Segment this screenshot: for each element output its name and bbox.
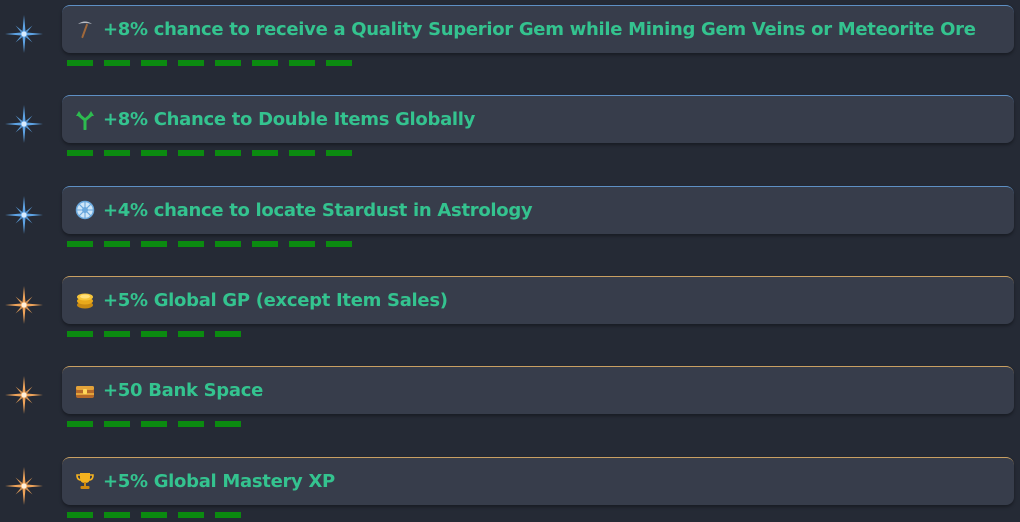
progress-segment	[141, 511, 167, 518]
progress-segment	[215, 150, 241, 157]
progress-segment	[141, 421, 167, 428]
progress-segment	[215, 240, 241, 247]
progress-segment	[215, 330, 241, 337]
modifier-row: +8% Chance to Double Items Globally	[0, 90, 1020, 180]
progress-segment	[326, 150, 352, 157]
progress-segment	[178, 60, 204, 66]
progress-segment	[178, 150, 204, 157]
gold-star-icon	[4, 466, 44, 506]
progress-segment	[141, 60, 167, 66]
progress-segment	[178, 511, 204, 518]
gold-star-icon	[4, 285, 44, 325]
modifier-row: +5% Global GP (except Item Sales)	[0, 271, 1020, 361]
progress-segment	[104, 330, 130, 337]
gold-coins-icon	[74, 289, 96, 311]
progress-segment	[252, 150, 278, 157]
progress-segment	[289, 240, 315, 247]
progress-segment	[104, 60, 130, 66]
progress-segments	[67, 240, 363, 247]
progress-segment	[326, 240, 352, 247]
blue-star-icon	[4, 195, 44, 235]
progress-segment	[289, 60, 315, 66]
progress-segment	[67, 421, 93, 428]
progress-segment	[252, 240, 278, 247]
modifier-row: +4% chance to locate Stardust in Astrolo…	[0, 181, 1020, 271]
stardust-wheel-icon	[74, 199, 96, 221]
progress-segment	[215, 511, 241, 518]
progress-segment	[178, 330, 204, 337]
progress-segment	[178, 421, 204, 428]
progress-segments	[67, 330, 252, 337]
modifier-card[interactable]: +8% Chance to Double Items Globally	[62, 95, 1014, 144]
progress-segment	[252, 60, 278, 66]
progress-segment	[67, 60, 93, 66]
progress-segment	[178, 240, 204, 247]
modifier-row: +8% chance to receive a Quality Superior…	[0, 0, 1020, 90]
progress-segment	[141, 150, 167, 157]
treasure-chest-icon	[74, 380, 96, 402]
progress-segment	[67, 150, 93, 157]
double-arrow-icon	[74, 109, 96, 131]
modifier-text: +5% Global Mastery XP	[103, 470, 335, 492]
modifier-row: +5% Global Mastery XP	[0, 452, 1020, 522]
pickaxe-icon	[74, 19, 96, 41]
progress-segment	[215, 60, 241, 66]
modifier-card[interactable]: +8% chance to receive a Quality Superior…	[62, 5, 1014, 53]
progress-segment	[215, 421, 241, 428]
progress-segment	[289, 150, 315, 157]
modifier-card[interactable]: +5% Global Mastery XP	[62, 456, 1014, 505]
progress-segment	[67, 511, 93, 518]
trophy-icon	[74, 470, 96, 492]
modifier-text: +8% chance to receive a Quality Superior…	[103, 19, 976, 40]
modifier-card[interactable]: +5% Global GP (except Item Sales)	[62, 275, 1014, 324]
blue-star-icon	[4, 104, 44, 144]
blue-star-icon	[4, 14, 44, 54]
gold-star-icon	[4, 375, 44, 415]
modifier-card[interactable]: +4% chance to locate Stardust in Astrolo…	[62, 185, 1014, 234]
modifier-text: +4% chance to locate Stardust in Astrolo…	[103, 199, 533, 221]
modifier-list: +8% chance to receive a Quality Superior…	[0, 0, 1020, 522]
progress-segment	[141, 330, 167, 337]
progress-segments	[67, 511, 252, 518]
progress-segments	[67, 421, 252, 428]
progress-segment	[141, 240, 167, 247]
modifier-text: +8% Chance to Double Items Globally	[103, 109, 476, 131]
progress-segment	[104, 421, 130, 428]
modifier-text: +50 Bank Space	[103, 380, 263, 402]
progress-segment	[67, 330, 93, 337]
modifier-row: +50 Bank Space	[0, 361, 1020, 451]
progress-segments	[67, 150, 363, 157]
progress-segment	[326, 60, 352, 66]
modifier-text: +5% Global GP (except Item Sales)	[103, 289, 448, 311]
progress-segment	[104, 511, 130, 518]
progress-segments	[67, 60, 363, 66]
modifier-card[interactable]: +50 Bank Space	[62, 366, 1014, 415]
progress-segment	[104, 240, 130, 247]
progress-segment	[67, 240, 93, 247]
progress-segment	[104, 150, 130, 157]
